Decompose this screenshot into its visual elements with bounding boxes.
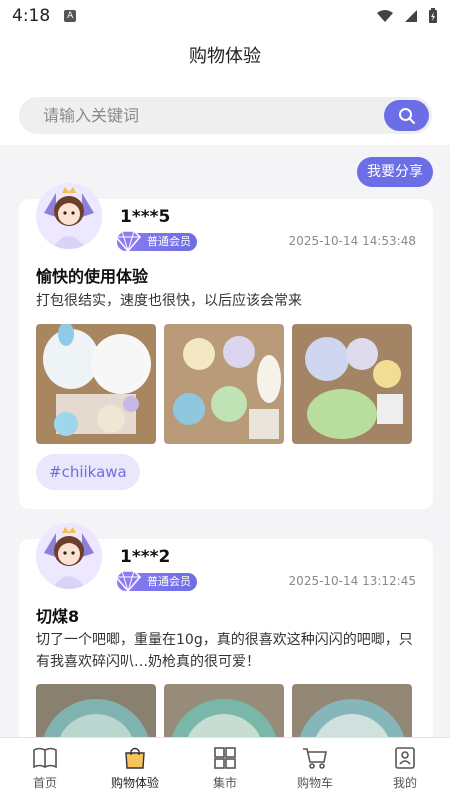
tab-shopping-experience[interactable]: 购物体验 — [90, 738, 180, 800]
wifi-icon — [377, 10, 393, 22]
avatar[interactable] — [36, 523, 102, 589]
member-level: 普通会员 — [147, 235, 191, 248]
post-photo[interactable] — [36, 324, 156, 444]
post-photo[interactable] — [292, 324, 412, 444]
bottom-tab-bar: 首页 购物体验 集市 购物车 我的 — [0, 737, 450, 800]
tab-market[interactable]: 集市 — [180, 738, 270, 800]
signal-icon — [405, 10, 417, 22]
avatar-image — [36, 523, 102, 589]
home-icon — [33, 747, 57, 769]
status-time: 4:18 — [12, 6, 51, 26]
notification-a-icon: A — [64, 10, 77, 22]
post-username: 1***2 — [120, 547, 171, 567]
member-badge: 普通会员 — [114, 230, 197, 253]
plush-photo — [36, 324, 156, 444]
member-badge: 普通会员 — [114, 570, 197, 593]
post-title: 愉快的使用体验 — [36, 267, 149, 286]
post-username: 1***5 — [120, 207, 171, 227]
post-text: 打包很结实，速度也很快，以后应该会常来 — [36, 293, 302, 309]
post-card[interactable]: 1***5 普通会员 2025-10-14 14:53:48 愉快的使用体验 打… — [19, 183, 433, 509]
topic-tag[interactable]: #chiikawa — [36, 454, 140, 490]
diamond-icon — [114, 570, 142, 593]
member-level: 普通会员 — [147, 575, 191, 588]
battery-icon — [429, 8, 437, 23]
cart-icon — [303, 748, 327, 769]
avatar[interactable] — [36, 183, 102, 249]
plush-photo — [292, 324, 412, 444]
search-icon — [398, 107, 415, 124]
tab-cart[interactable]: 购物车 — [270, 738, 360, 800]
profile-icon — [395, 747, 415, 769]
share-button[interactable]: 我要分享 — [357, 157, 433, 187]
tab-label: 首页 — [32, 776, 57, 790]
plush-photo — [164, 324, 284, 444]
tab-label: 购物车 — [296, 776, 333, 790]
diamond-icon — [114, 230, 142, 253]
tab-label: 集市 — [212, 776, 237, 790]
grid-icon — [214, 747, 236, 769]
tab-mine[interactable]: 我的 — [360, 738, 450, 800]
avatar-image — [36, 183, 102, 249]
search-button[interactable] — [384, 100, 429, 131]
tab-home[interactable]: 首页 — [0, 738, 90, 800]
search-bar-container — [0, 87, 450, 145]
status-bar: 4:18 A — [0, 0, 450, 32]
search-box — [19, 97, 432, 134]
post-timestamp: 2025-10-14 14:53:48 — [288, 234, 416, 248]
post-timestamp: 2025-10-14 13:12:45 — [288, 574, 416, 588]
post-photo[interactable] — [164, 324, 284, 444]
search-input[interactable] — [43, 97, 373, 134]
tab-label: 购物体验 — [110, 776, 159, 790]
tab-label: 我的 — [392, 776, 417, 790]
post-text: 切了一个吧唧，重量在10g，真的很喜欢这种闪闪的吧唧，只有我喜欢碎闪叭…奶枪真的… — [36, 632, 413, 670]
shopping-bag-icon — [125, 747, 145, 769]
page-title: 购物体验 — [0, 32, 450, 87]
post-title: 切煤8 — [36, 607, 80, 626]
